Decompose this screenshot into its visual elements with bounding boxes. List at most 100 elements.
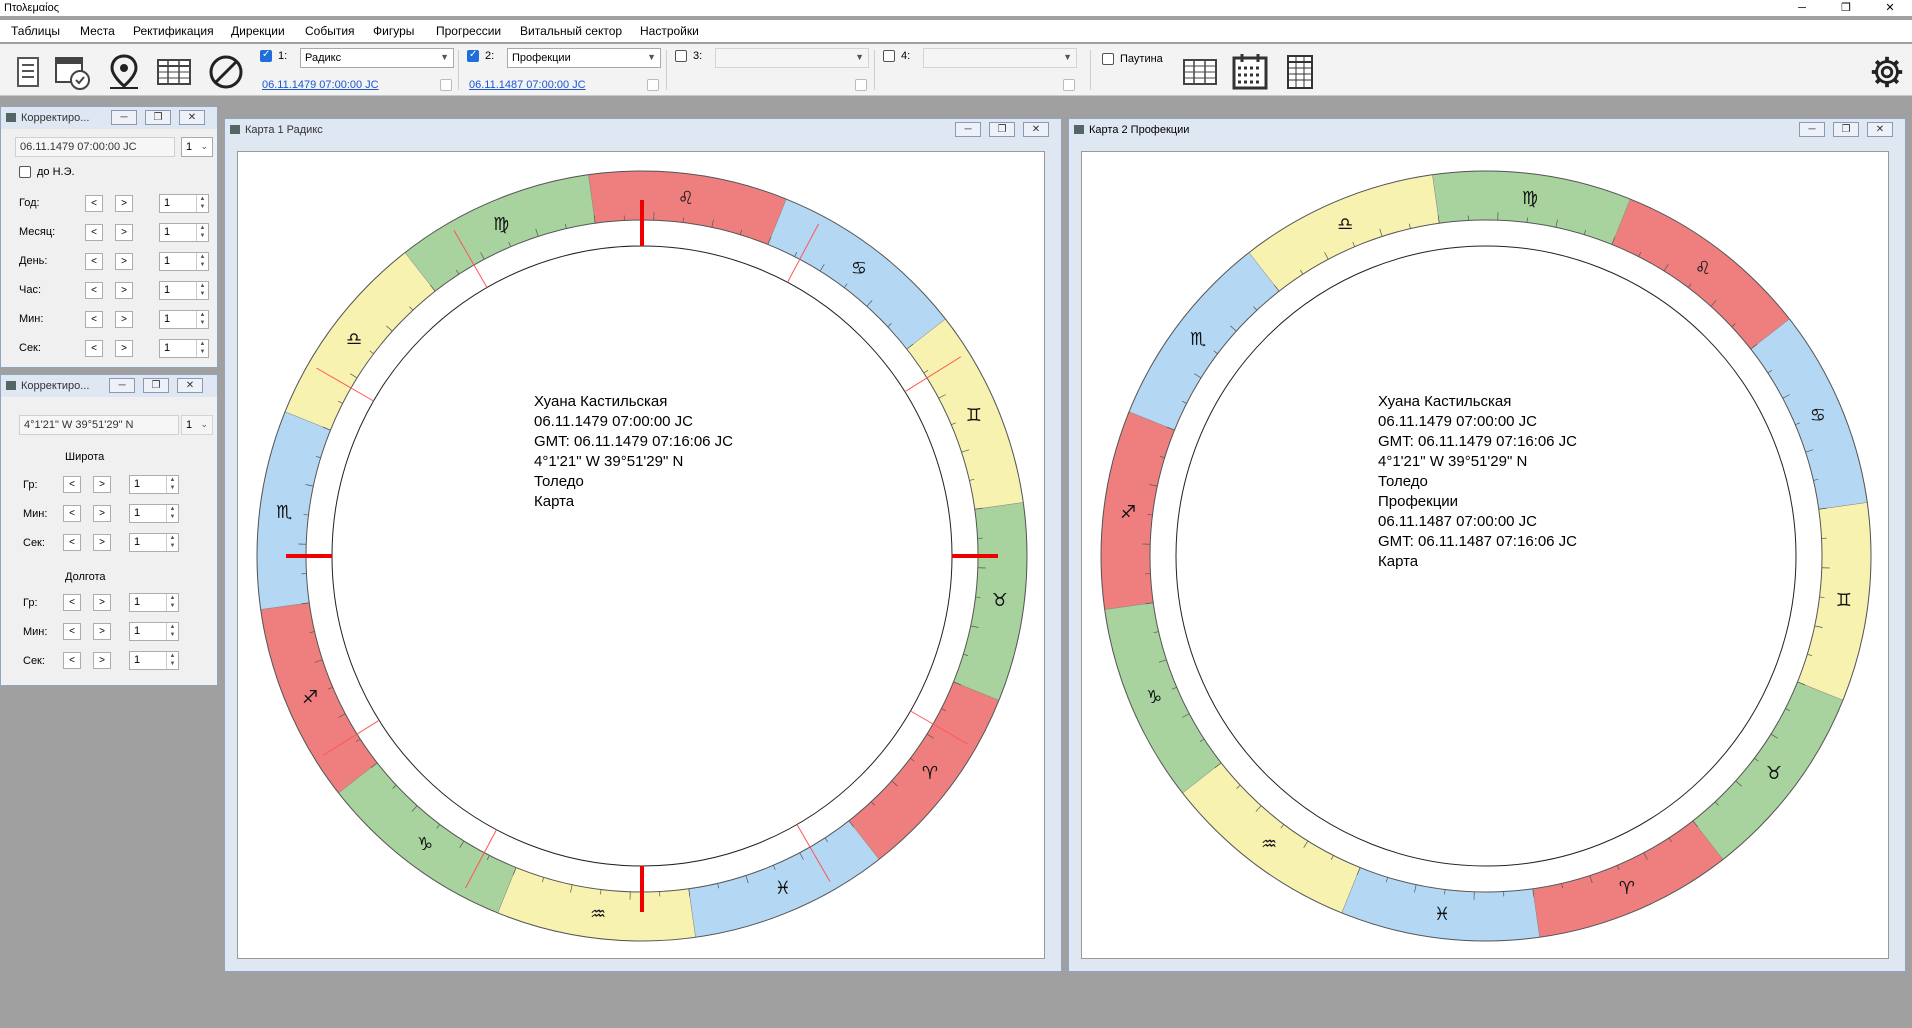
spin-arrows-icon[interactable]: ▲ ▼ [166,476,178,493]
spin-arrows-icon[interactable]: ▲ ▼ [196,282,208,299]
panel-restore-button[interactable]: ❐ [143,378,169,393]
decrement-button[interactable]: < [63,623,81,640]
decrement-button[interactable]: < [63,534,81,551]
bc-checkbox[interactable] [19,166,31,178]
chart2-minimize-button[interactable]: ─ [1799,122,1825,137]
panel-minimize-button[interactable]: ─ [109,378,135,393]
lon-min-spin[interactable]: 1 ▲ ▼ [129,622,179,641]
chart1-canvas[interactable]: ♈ ♉ ♊ ♋ ♌ ♍ ♎ ♏ ♐ ♑ ♒ ♓ Хуана Кастильская 06.11.147… [237,151,1045,959]
document-icon[interactable] [8,52,48,92]
table-icon[interactable] [154,52,194,92]
decrement-button[interactable]: < [63,652,81,669]
decrement-button[interactable]: < [85,224,103,241]
decrement-button[interactable]: < [63,505,81,522]
increment-button[interactable]: > [93,534,111,551]
panel-close-button[interactable]: ✕ [177,378,203,393]
chart1-wheel[interactable]: ♈ ♉ ♊ ♋ ♌ ♍ ♎ ♏ ♐ ♑ ♒ ♓ [238,152,1045,959]
calendar-check-icon[interactable] [52,52,92,92]
slot4-extra-checkbox[interactable] [1063,79,1075,91]
increment-button[interactable]: > [93,594,111,611]
spin-arrows-icon[interactable]: ▲ ▼ [166,652,178,669]
increment-button[interactable]: > [115,195,133,212]
menu-progressions[interactable]: Прогрессии [436,24,501,38]
minute-spin[interactable]: 1 ▲ ▼ [159,310,209,329]
lat-sec-spin[interactable]: 1 ▲ ▼ [129,533,179,552]
increment-button[interactable]: > [115,224,133,241]
menu-rectification[interactable]: Ректификация [133,24,214,38]
slot2-combo[interactable]: Профекции ▼ [507,48,661,68]
menu-events[interactable]: События [305,24,355,38]
slot4-checkbox[interactable] [883,50,895,62]
slot2-checkbox[interactable] [467,49,479,62]
chart1-restore-button[interactable]: ❐ [989,122,1015,137]
minimize-button[interactable]: ─ [1792,0,1812,16]
increment-button[interactable]: > [93,476,111,493]
month-spin[interactable]: 1 ▲ ▼ [159,223,209,242]
increment-button[interactable]: > [115,340,133,357]
lon-sec-spin[interactable]: 1 ▲ ▼ [129,651,179,670]
decrement-button[interactable]: < [85,311,103,328]
spin-arrows-icon[interactable]: ▲ ▼ [196,195,208,212]
increment-button[interactable]: > [115,311,133,328]
chart2-canvas[interactable]: ♈ ♉ ♊ ♋ ♌ ♍ ♎ ♏ ♐ ♑ ♒ ♓ Хуана Кастильская 06.11.147… [1081,151,1889,959]
spin-arrows-icon[interactable]: ▲ ▼ [166,623,178,640]
menu-directions[interactable]: Дирекции [231,24,285,38]
list-table-icon[interactable] [1280,52,1320,92]
slot1-extra-checkbox[interactable] [440,79,452,91]
coords-step-select[interactable]: 1 ⌄ [181,415,213,435]
slot3-extra-checkbox[interactable] [855,79,867,91]
spin-arrows-icon[interactable]: ▲ ▼ [166,534,178,551]
chart2-close-button[interactable]: ✕ [1867,122,1893,137]
slot1-checkbox[interactable] [260,49,272,62]
day-spin[interactable]: 1 ▲ ▼ [159,252,209,271]
table-grid-icon[interactable] [1180,52,1220,92]
increment-button[interactable]: > [93,652,111,669]
no-aspects-icon[interactable] [206,52,246,92]
spin-arrows-icon[interactable]: ▲ ▼ [196,311,208,328]
lon-deg-spin[interactable]: 1 ▲ ▼ [129,593,179,612]
decrement-button[interactable]: < [85,253,103,270]
panel-restore-button[interactable]: ❐ [145,110,171,125]
decrement-button[interactable]: < [63,594,81,611]
panel-minimize-button[interactable]: ─ [111,110,137,125]
decrement-button[interactable]: < [85,340,103,357]
date-step-select[interactable]: 1 ⌄ [181,137,213,157]
slot2-extra-checkbox[interactable] [647,79,659,91]
chart2-restore-button[interactable]: ❐ [1833,122,1859,137]
slot3-combo[interactable]: ▼ [715,48,869,68]
calendar-icon[interactable] [1230,52,1270,92]
slot3-checkbox[interactable] [675,50,687,62]
chart1-close-button[interactable]: ✕ [1023,122,1049,137]
spin-arrows-icon[interactable]: ▲ ▼ [166,505,178,522]
slot4-combo[interactable]: ▼ [923,48,1077,68]
slot1-combo[interactable]: Радикс ▼ [300,48,454,68]
increment-button[interactable]: > [93,623,111,640]
slot2-date-link[interactable]: 06.11.1487 07:00:00 JC [469,79,586,91]
menu-vital-sector[interactable]: Витальный сектор [520,24,622,38]
menu-places[interactable]: Места [80,24,115,38]
decrement-button[interactable]: < [63,476,81,493]
spin-arrows-icon[interactable]: ▲ ▼ [196,340,208,357]
chart1-minimize-button[interactable]: ─ [955,122,981,137]
menu-tables[interactable]: Таблицы [11,24,60,38]
spin-arrows-icon[interactable]: ▲ ▼ [166,594,178,611]
gear-icon[interactable] [1868,52,1906,92]
menu-figures[interactable]: Фигуры [373,24,414,38]
decrement-button[interactable]: < [85,195,103,212]
spin-arrows-icon[interactable]: ▲ ▼ [196,253,208,270]
second-spin[interactable]: 1 ▲ ▼ [159,339,209,358]
year-spin[interactable]: 1 ▲ ▼ [159,194,209,213]
decrement-button[interactable]: < [85,282,103,299]
panel-close-button[interactable]: ✕ [179,110,205,125]
menu-settings[interactable]: Настройки [640,24,699,38]
increment-button[interactable]: > [115,282,133,299]
slot1-date-link[interactable]: 06.11.1479 07:00:00 JC [262,79,379,91]
close-button[interactable]: ✕ [1880,0,1900,16]
lat-min-spin[interactable]: 1 ▲ ▼ [129,504,179,523]
lat-deg-spin[interactable]: 1 ▲ ▼ [129,475,179,494]
spin-arrows-icon[interactable]: ▲ ▼ [196,224,208,241]
hour-spin[interactable]: 1 ▲ ▼ [159,281,209,300]
increment-button[interactable]: > [115,253,133,270]
maximize-button[interactable]: ❐ [1836,0,1856,16]
increment-button[interactable]: > [93,505,111,522]
